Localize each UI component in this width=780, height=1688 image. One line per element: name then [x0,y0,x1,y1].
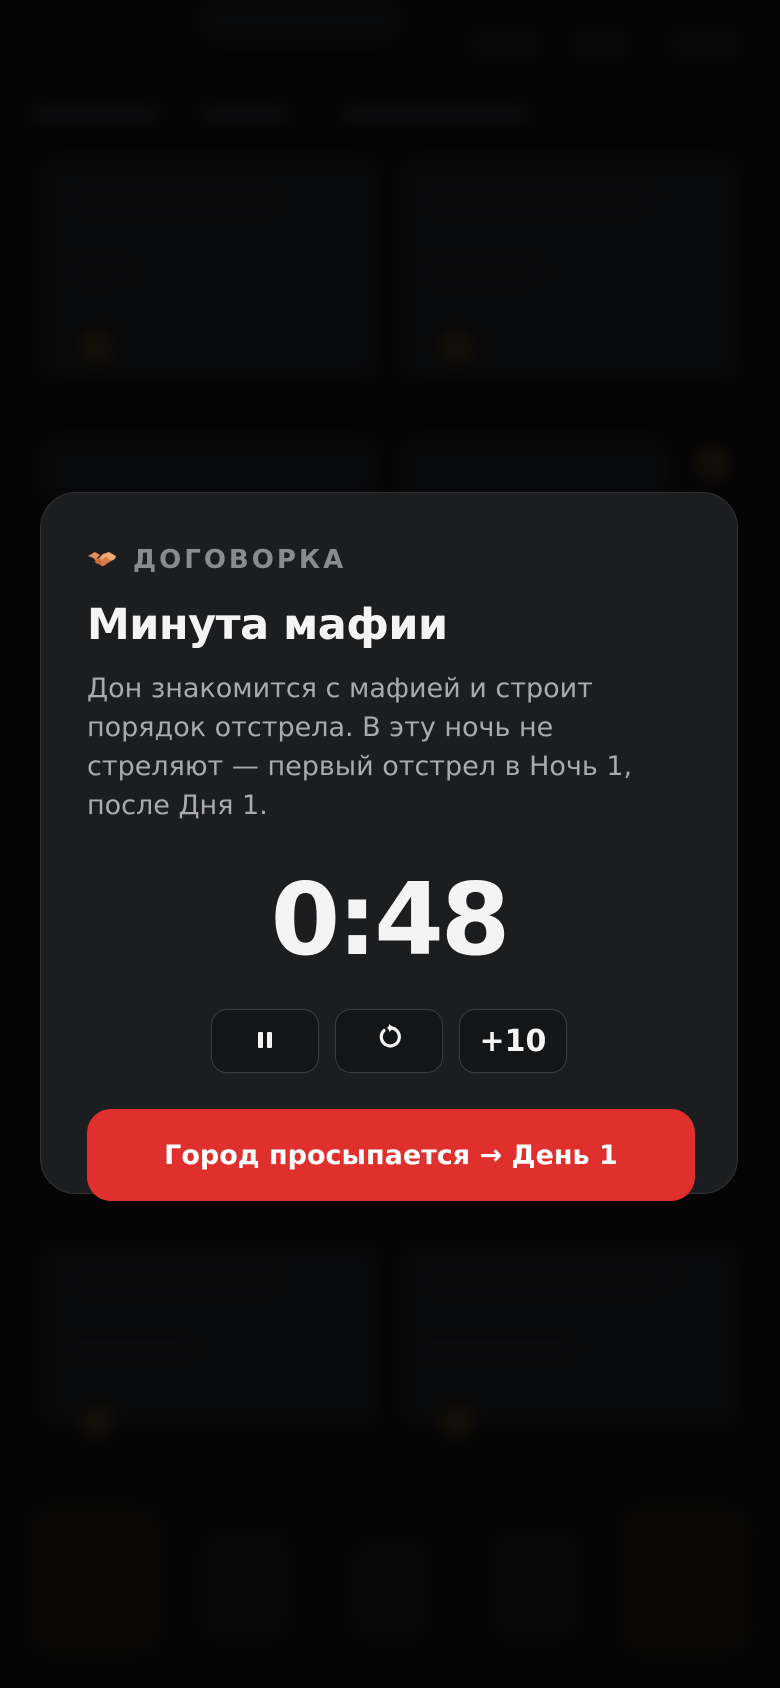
restart-icon [375,1023,403,1059]
pause-icon [254,1024,276,1059]
timer-controls: +10 [87,1009,691,1073]
phase-eyebrow: ДОГОВОРКА [87,543,691,577]
app-screen: ДОГОВОРКА Минута мафии Дон знакомится с … [0,0,780,1688]
add-10-seconds-button[interactable]: +10 [459,1009,567,1073]
next-phase-button[interactable]: Город просыпается → День 1 [87,1109,695,1201]
phase-eyebrow-label: ДОГОВОРКА [133,545,347,575]
phase-modal: ДОГОВОРКА Минута мафии Дон знакомится с … [40,492,738,1201]
pause-button[interactable] [211,1009,319,1073]
handshake-icon [87,548,117,572]
phase-title: Минута мафии [87,600,448,650]
phase-description: Дон знакомится с мафией и строит порядок… [87,673,633,821]
restart-button[interactable] [335,1009,443,1073]
countdown-timer: 0:48 [270,861,511,978]
